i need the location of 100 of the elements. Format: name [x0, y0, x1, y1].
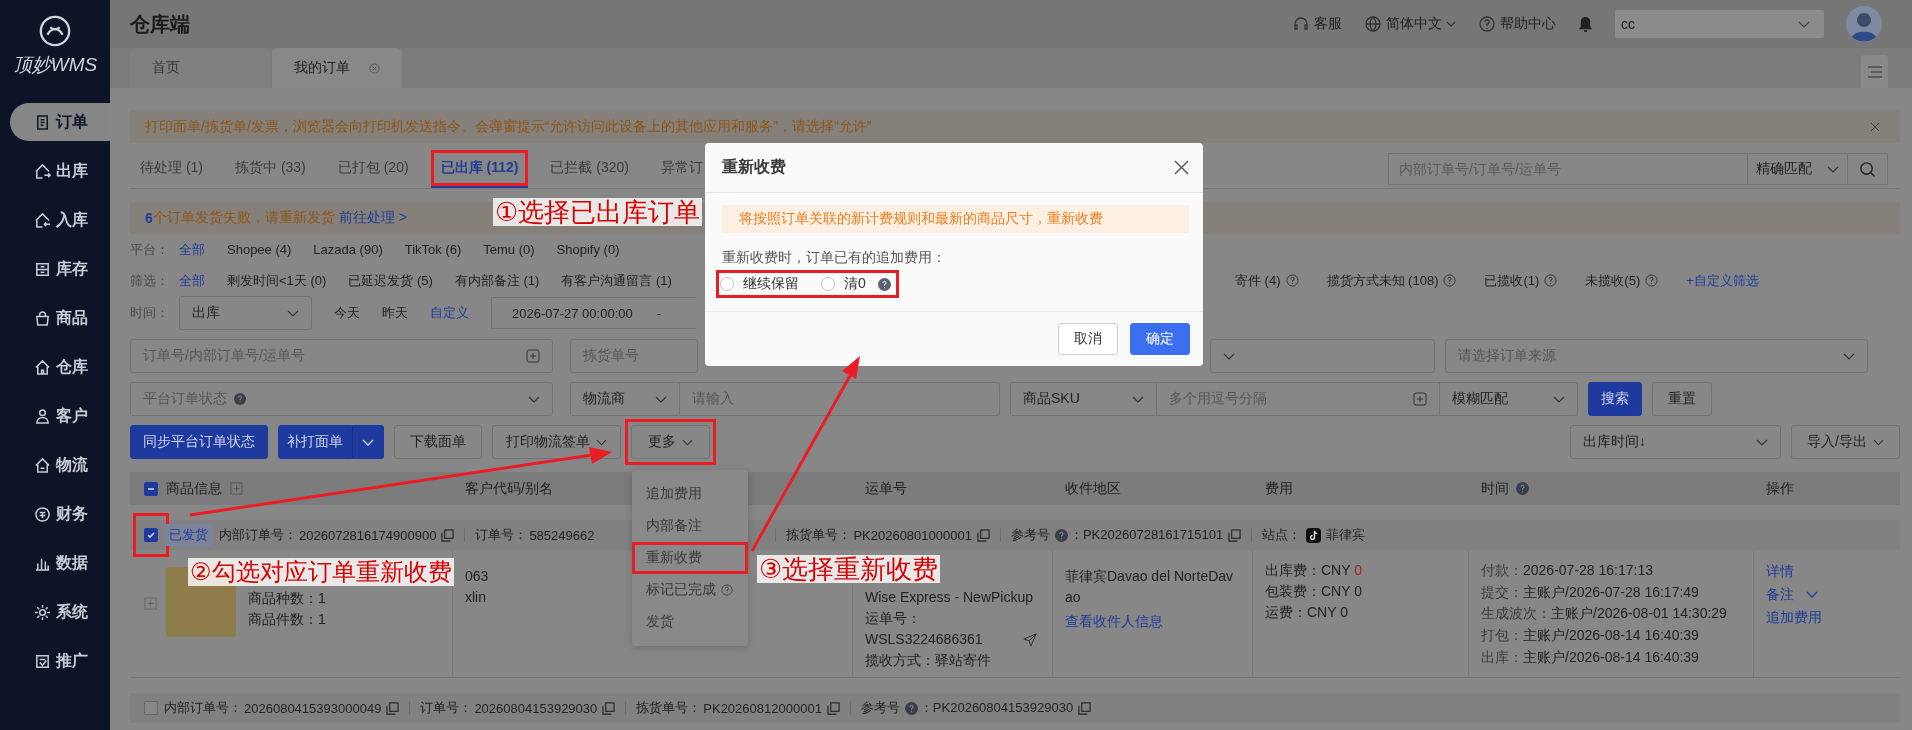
header-link[interactable]: 简体中文 — [1364, 15, 1456, 33]
order-checkbox[interactable] — [144, 528, 158, 542]
house-arrow-icon — [34, 211, 51, 229]
filter-option[interactable]: 剩发时间<1天 (0) — [227, 271, 327, 290]
copy-icon[interactable] — [441, 528, 455, 542]
platform-option[interactable]: Shopee (4) — [227, 242, 292, 257]
filter-option[interactable]: 揽货方式未知 (108) — [1326, 271, 1457, 290]
platform-option[interactable]: TikTok (6) — [404, 242, 462, 257]
waybill-label: 运单号： — [865, 609, 921, 628]
handle-link[interactable]: 前往处理 > — [338, 209, 407, 227]
account-select[interactable]: cc — [1615, 10, 1824, 38]
page-tab[interactable]: 我的订单 — [272, 48, 402, 88]
header-link[interactable]: 客服 — [1292, 15, 1342, 33]
menu-item[interactable]: 发货 — [632, 606, 748, 638]
copy-icon[interactable] — [1228, 528, 1242, 542]
more-button[interactable]: 更多 — [631, 425, 710, 459]
copy-icon[interactable] — [826, 701, 840, 715]
filter-option[interactable]: 未揽收(5) — [1585, 271, 1659, 290]
import-export-button[interactable]: 导入/导出 — [1791, 425, 1900, 459]
menu-item[interactable]: 重新收费 — [632, 542, 748, 574]
print-dropdown-button[interactable]: 打印物流签单 — [492, 425, 621, 459]
sidebar-item[interactable]: 推广 — [10, 642, 110, 680]
search-icon — [1859, 160, 1876, 178]
copy-icon[interactable] — [386, 701, 400, 715]
house-icon — [34, 358, 51, 376]
filter-option[interactable]: 寄件 (4) — [1235, 271, 1299, 290]
time-type-select[interactable]: 出库 — [179, 296, 312, 330]
carrier-select[interactable]: 物流商 — [570, 382, 680, 416]
action-link[interactable]: 详情 — [1766, 560, 1794, 583]
radio-option[interactable]: 清0 — [821, 275, 891, 293]
search-button[interactable]: 搜索 — [1588, 382, 1642, 416]
sidebar-item[interactable]: 商品 — [10, 299, 110, 337]
sidebar-item[interactable]: 仓库 — [10, 348, 110, 386]
platform-option[interactable]: Lazada (90) — [313, 242, 383, 257]
close-icon[interactable] — [1174, 160, 1189, 175]
status-tab[interactable]: 已出库 (112) — [430, 150, 529, 188]
custom-filter-link[interactable]: +自定义筛选 — [1686, 271, 1759, 290]
copy-icon[interactable] — [602, 701, 616, 715]
match-select[interactable]: 模糊匹配 — [1440, 382, 1578, 416]
platform-option[interactable]: 全部 — [179, 240, 205, 259]
cancel-button[interactable]: 取消 — [1058, 323, 1118, 355]
select-all-checkbox[interactable] — [144, 481, 158, 496]
avatar-icon[interactable] — [1846, 6, 1882, 42]
sidebar-item[interactable]: 订单 — [10, 103, 110, 141]
filter-option[interactable]: 已延迟发货 (5) — [348, 271, 433, 290]
time-entry: 打包：主账户/2026-08-14 16:40:39 — [1481, 626, 1699, 646]
time-option[interactable]: 今天 — [334, 304, 360, 322]
time-option[interactable]: 昨天 — [382, 304, 408, 322]
reprint-button[interactable]: 补打面单 — [278, 425, 352, 459]
sort-select[interactable]: 出库时间↓ — [1570, 425, 1782, 459]
bell-icon[interactable] — [1578, 15, 1593, 33]
platform-option[interactable]: Shopify (0) — [556, 242, 620, 257]
reset-button[interactable]: 重置 — [1652, 382, 1712, 416]
menu-item[interactable]: 内部备注 — [632, 510, 748, 542]
time-option[interactable]: 自定义 — [430, 304, 469, 322]
sidebar-item[interactable]: 出库 — [10, 152, 110, 190]
send-icon[interactable] — [1022, 632, 1037, 647]
chevron-down-icon — [1806, 591, 1818, 598]
sync-button[interactable]: 同步平台订单状态 — [130, 425, 268, 459]
sidebar-item[interactable]: 财务 — [10, 495, 110, 533]
status-tab[interactable]: 拣货中 (33) — [225, 150, 316, 188]
column-header: 客户代码/别名 — [465, 479, 553, 498]
status-tab[interactable]: 已打包 (20) — [327, 150, 419, 188]
dropdown-button[interactable] — [352, 425, 384, 459]
filter-option[interactable]: 有客户沟通留言 (1) — [561, 271, 672, 290]
chevron-down-icon — [287, 309, 299, 317]
status-tab[interactable]: 已拦截 (320) — [540, 150, 639, 188]
order-field: 站点： — [1262, 526, 1302, 544]
copy-icon[interactable] — [1078, 701, 1092, 715]
menu-item[interactable]: 标记已完成 — [632, 574, 748, 606]
header-link[interactable]: 帮助中心 — [1478, 15, 1556, 33]
sidebar-item[interactable]: 库存 — [10, 250, 110, 288]
filter-option[interactable]: 有内部备注 (1) — [454, 271, 540, 290]
download-button[interactable]: 下载面单 — [394, 425, 482, 459]
order-checkbox[interactable] — [144, 701, 158, 715]
recipient-info-link[interactable]: 查看收件人信息 — [1065, 611, 1163, 632]
select-field[interactable] — [1210, 339, 1435, 373]
date-range-field[interactable]: 2026-07-27 00:00:00 - — [491, 297, 696, 329]
sidebar-item[interactable]: 入库 — [10, 201, 110, 239]
sidebar-item[interactable]: 物流 — [10, 446, 110, 484]
filter-option[interactable]: 全部 — [179, 271, 205, 290]
status-tab[interactable]: 待处理 (1) — [130, 150, 213, 188]
confirm-button[interactable]: 确定 — [1130, 323, 1190, 355]
action-link[interactable]: 备注 — [1766, 583, 1818, 606]
chevron-down-icon — [1827, 165, 1839, 173]
menu-button[interactable] — [1861, 55, 1888, 88]
search-button[interactable] — [1848, 153, 1888, 185]
radio-option[interactable]: 继续保留 — [720, 275, 799, 293]
page-tab[interactable]: 首页 — [130, 48, 270, 88]
sidebar-item[interactable]: 系统 — [10, 593, 110, 631]
menu-item[interactable]: 追加费用 — [632, 478, 748, 510]
filter-option[interactable]: 已揽收(1) — [1484, 271, 1558, 290]
platform-option[interactable]: Temu (0) — [483, 242, 535, 257]
chevron-down-icon — [1553, 395, 1565, 403]
sku-select[interactable]: 商品SKU — [1010, 382, 1157, 416]
copy-icon[interactable] — [976, 528, 990, 542]
sidebar-item[interactable]: 数据 — [10, 544, 110, 582]
action-link[interactable]: 追加费用 — [1766, 606, 1822, 629]
sidebar-item[interactable]: 客户 — [10, 397, 110, 435]
filter-label: 平台： — [130, 240, 169, 259]
